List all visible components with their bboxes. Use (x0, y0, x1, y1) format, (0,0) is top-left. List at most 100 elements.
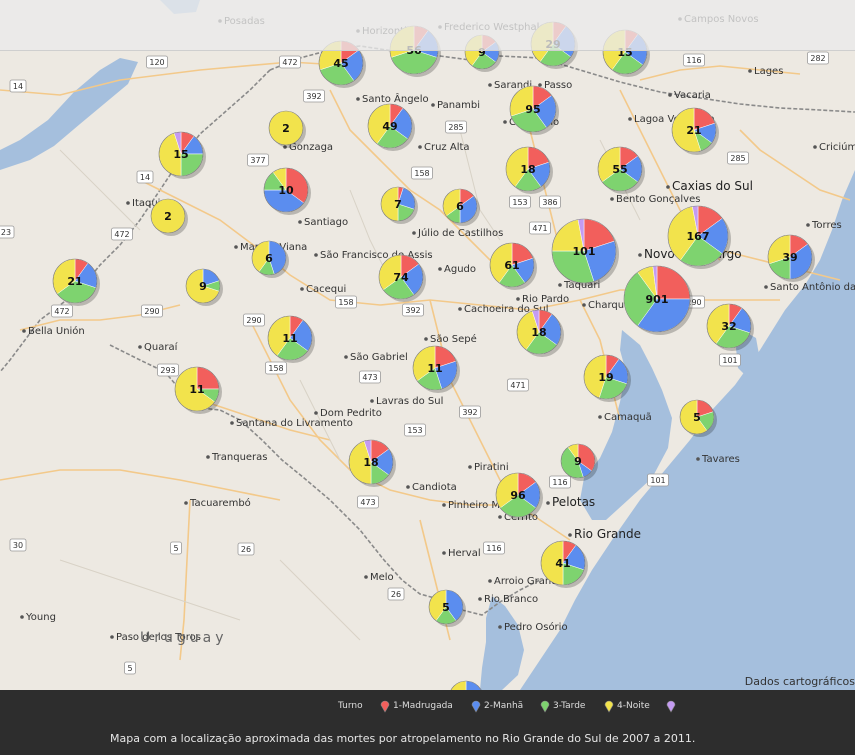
pie-label: 10 (278, 184, 294, 197)
place-dot (503, 120, 507, 124)
road-number: 471 (532, 224, 547, 233)
place-label: Cruz Alta (424, 142, 470, 153)
place-label: Young (25, 612, 56, 623)
road-number: 392 (462, 408, 477, 417)
place-dot (638, 253, 642, 257)
place-label: Criciúma (819, 141, 855, 153)
place-dot (806, 223, 810, 227)
place-dot (234, 245, 238, 249)
place-label: Tacuarembó (189, 497, 251, 509)
road-shield: 26 (237, 542, 255, 556)
road-number: 116 (686, 56, 701, 65)
place-dot (418, 145, 422, 149)
road-shield: 14 (9, 79, 27, 93)
place-label: Santo Antônio da Patrulha (770, 281, 855, 293)
road-number: 116 (552, 478, 567, 487)
place-label: Melo (370, 572, 394, 583)
road-shield: 472 (51, 304, 73, 318)
place-label: Tavares (701, 454, 740, 465)
pie-label: 6 (265, 252, 273, 265)
place-dot (110, 635, 114, 639)
place-dot (696, 457, 700, 461)
road-number: 14 (140, 173, 150, 182)
place-label: Vacaria (674, 90, 711, 101)
place-label: Rio Pardo (522, 294, 569, 305)
place-dot (442, 503, 446, 507)
place-dot (412, 231, 416, 235)
pie-label: 9 (199, 280, 207, 293)
road-number: 472 (114, 230, 129, 239)
place-dot (206, 455, 210, 459)
road-shield: 116 (483, 541, 505, 555)
pie-label: 55 (612, 163, 627, 176)
place-label: Herval (448, 548, 481, 559)
road-shield: 158 (335, 295, 357, 309)
place-label: Bento Gonçalves (616, 194, 700, 205)
place-dot (666, 185, 670, 189)
place-label: Camaquã (604, 412, 652, 423)
road-number: 293 (160, 366, 175, 375)
place-dot (424, 337, 428, 341)
road-shield: 153 (404, 423, 426, 437)
place-dot (22, 329, 26, 333)
map-top-bar (0, 0, 855, 51)
road-number: 14 (13, 82, 23, 91)
pie-label: 5 (693, 411, 701, 424)
pie-label: 45 (333, 57, 348, 70)
place-dot (370, 399, 374, 403)
road-number: 120 (149, 58, 164, 67)
road-shield: 293 (157, 363, 179, 377)
road-shield: 471 (507, 378, 529, 392)
road-number: 386 (542, 198, 557, 207)
road-shield: 392 (303, 89, 325, 103)
map-canvas[interactable]: PosadasHorizontinaFrederico WestphalenCa… (0, 0, 855, 690)
place-dot (138, 345, 142, 349)
map-caption: Mapa com a localização aproximada das mo… (110, 732, 696, 745)
map-credit[interactable]: Dados cartográficos (745, 675, 855, 688)
pie-label: 39 (782, 251, 797, 264)
road-shield: 472 (111, 227, 133, 241)
pie-label: 18 (531, 326, 546, 339)
place-dot (628, 117, 632, 121)
pie-label: 21 (67, 275, 82, 288)
pie-label: 2 (282, 122, 290, 135)
pie-label: 32 (721, 320, 736, 333)
place-dot (431, 103, 435, 107)
road-shield: 158 (411, 166, 433, 180)
place-dot (184, 501, 188, 505)
pie-label: 61 (504, 259, 519, 272)
pie-label: 41 (555, 557, 570, 570)
place-dot (488, 579, 492, 583)
road-number: 285 (730, 154, 745, 163)
place-label: Piratini (474, 462, 509, 473)
place-dot (813, 145, 817, 149)
road-number: 285 (448, 123, 463, 132)
road-number: 392 (306, 92, 321, 101)
place-label: Santiago (304, 217, 348, 228)
road-shield: 285 (727, 151, 749, 165)
road-shield: 5 (124, 661, 136, 675)
road-number: 377 (250, 156, 265, 165)
place-dot (546, 501, 550, 505)
place-label: Santo Ângelo (362, 92, 429, 105)
road-shield: 116 (549, 475, 571, 489)
pie-label: 101 (573, 245, 596, 258)
road-number: 26 (241, 545, 251, 554)
road-shield: 471 (529, 221, 551, 235)
pie-label: 901 (646, 293, 669, 306)
place-label: Lages (754, 66, 783, 77)
road-number: 290 (144, 307, 159, 316)
road-number: 23 (1, 228, 11, 237)
place-label: Rio Grande (574, 527, 641, 541)
pie-label: 95 (525, 103, 540, 116)
road-number: 116 (486, 544, 501, 553)
road-shield: 282 (807, 51, 829, 65)
map-area[interactable]: PosadasHorizontinaFrederico WestphalenCa… (0, 0, 855, 690)
road-shield: 473 (357, 495, 379, 509)
road-number: 158 (414, 169, 429, 178)
road-shield: 30 (9, 538, 27, 552)
place-dot (568, 533, 572, 537)
place-dot (300, 287, 304, 291)
road-shield: 26 (387, 587, 405, 601)
road-shield: 386 (539, 195, 561, 209)
